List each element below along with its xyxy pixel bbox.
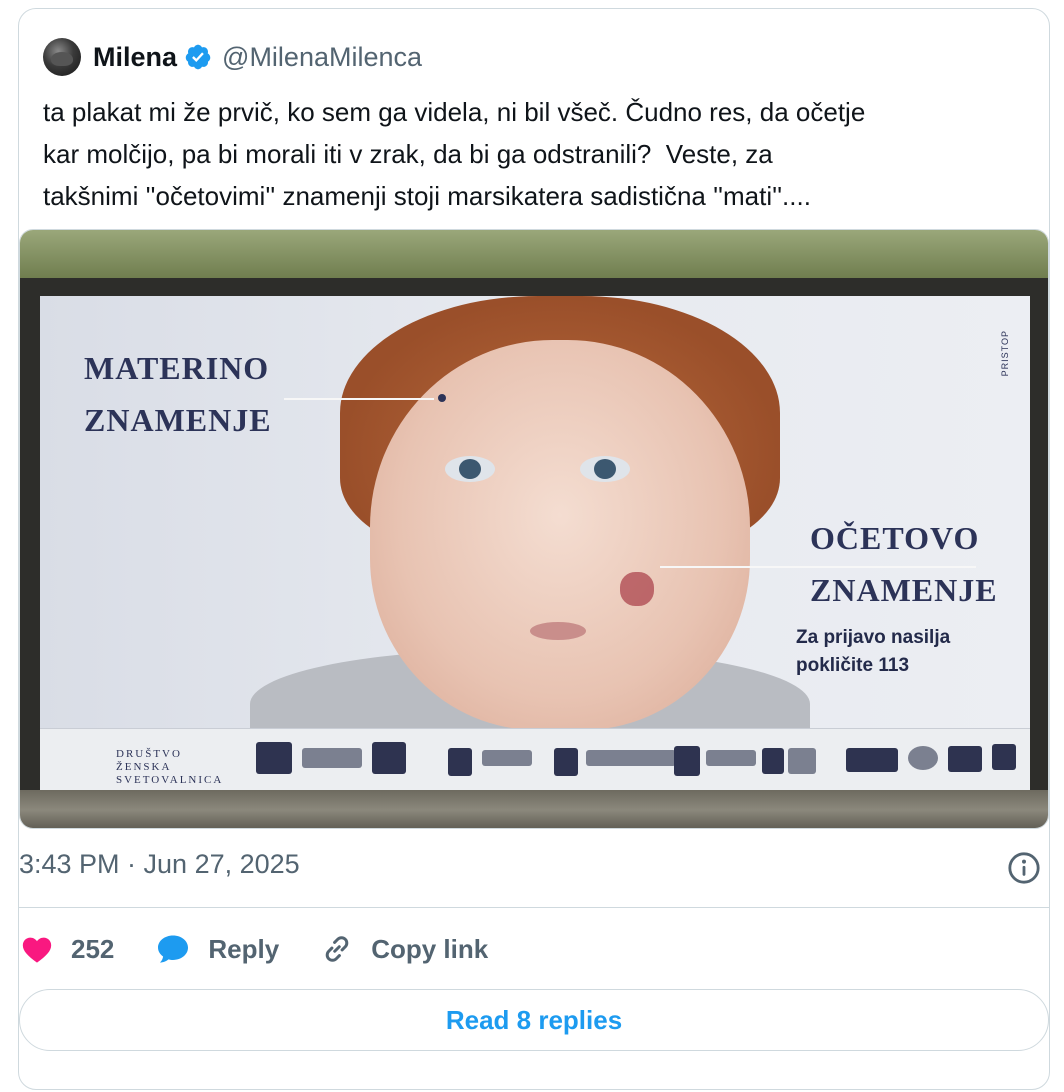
sponsor-logo bbox=[448, 748, 472, 776]
divider bbox=[19, 907, 1049, 908]
tweet-actions: 252 Reply Copy link bbox=[19, 929, 528, 969]
sponsor-logo bbox=[256, 742, 292, 774]
reply-label: Reply bbox=[208, 933, 280, 964]
sponsor-logo bbox=[372, 742, 406, 774]
copy-link-label: Copy link bbox=[371, 933, 489, 964]
sponsor-logo bbox=[788, 748, 816, 774]
reply-button[interactable]: Reply bbox=[154, 931, 279, 967]
tweet-timestamp[interactable]: 3:43 PM · Jun 27, 2025 bbox=[19, 849, 300, 880]
sponsor-logo bbox=[762, 748, 784, 774]
speech-bubble-icon bbox=[158, 935, 189, 963]
sponsor-logo bbox=[908, 746, 938, 770]
child-mouth bbox=[530, 622, 586, 640]
stone-wall bbox=[20, 790, 1048, 828]
like-count: 252 bbox=[71, 933, 115, 964]
sponsor-logo bbox=[586, 750, 676, 766]
author-handle[interactable]: @MilenaMilenca bbox=[222, 42, 422, 73]
sponsor-logo bbox=[554, 748, 578, 776]
sponsor-logo bbox=[674, 746, 700, 776]
poster-hotline-text: Za prijavo nasilja pokličite 113 bbox=[796, 627, 951, 676]
poster-right-pointer-line bbox=[660, 566, 976, 568]
lipstick-mark bbox=[620, 572, 654, 606]
copy-link-button[interactable]: Copy link bbox=[319, 931, 488, 967]
link-icon bbox=[325, 936, 349, 962]
sponsor-logo bbox=[948, 746, 982, 772]
avatar[interactable] bbox=[43, 38, 81, 76]
read-replies-button[interactable]: Read 8 replies bbox=[19, 989, 1049, 1051]
tweet-image[interactable]: MATERINO ZNAMENJE OČETOVO ZNAMENJE Za pr… bbox=[19, 229, 1049, 829]
org-name-text: DRUŠTVO ŽENSKA SVETOVALNICA bbox=[116, 748, 224, 786]
tweet-header: Milena @MilenaMilenca bbox=[43, 37, 422, 77]
sponsor-logo bbox=[846, 748, 898, 772]
author-name[interactable]: Milena bbox=[93, 42, 177, 73]
poster-vertical-text: PRISTOP bbox=[1000, 330, 1010, 377]
poster-left-title: MATERINO ZNAMENJE bbox=[84, 350, 272, 438]
poster-left-pointer-line bbox=[284, 398, 434, 400]
sponsor-logo bbox=[302, 748, 362, 768]
heart-icon bbox=[22, 937, 52, 963]
verified-badge-icon bbox=[185, 44, 211, 70]
sponsor-logo bbox=[992, 744, 1016, 770]
tweet-text: ta plakat mi že prvič, ko sem ga videla,… bbox=[43, 97, 866, 211]
sponsor-logo bbox=[706, 750, 756, 766]
child-eye-right bbox=[580, 456, 630, 482]
sponsor-logo bbox=[482, 750, 532, 766]
tweet-card: Milena @MilenaMilenca ta plakat mi že pr… bbox=[18, 8, 1050, 1090]
child-eye-left bbox=[445, 456, 495, 482]
like-button[interactable]: 252 bbox=[19, 932, 114, 966]
info-icon[interactable] bbox=[1007, 851, 1041, 885]
poster-right-title: OČETOVO ZNAMENJE bbox=[810, 520, 998, 608]
poster-left-pointer-dot bbox=[438, 394, 446, 402]
